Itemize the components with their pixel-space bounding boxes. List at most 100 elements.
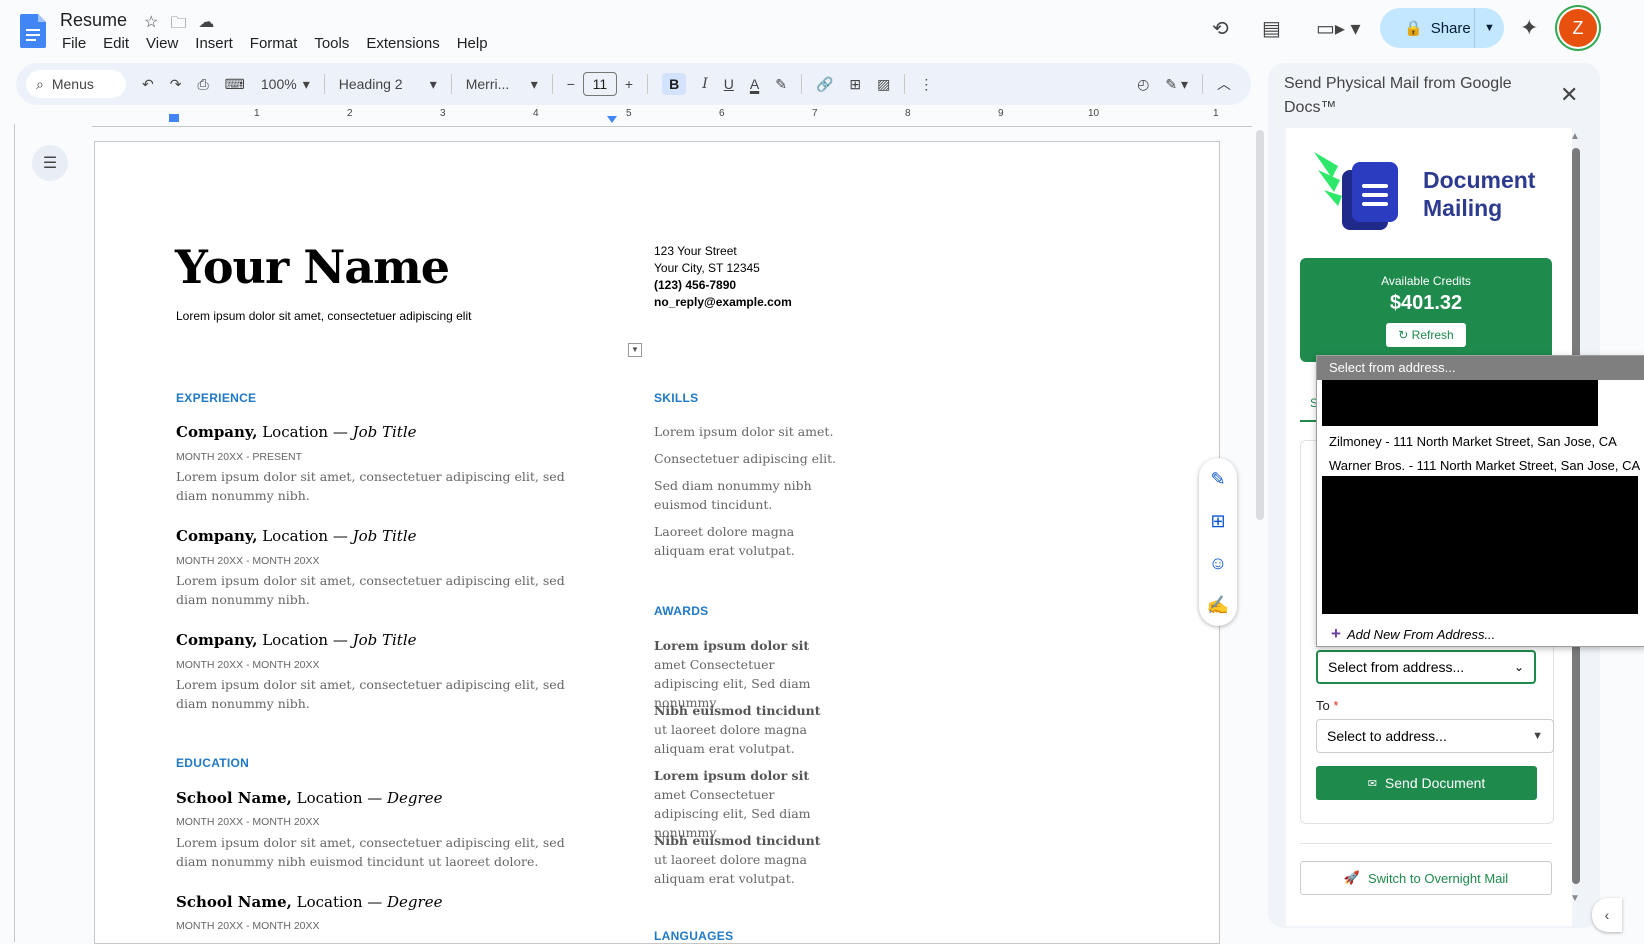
close-icon[interactable]: ✕ [1560, 82, 1578, 108]
collapse-panel-chevron-icon[interactable]: ‹ [1592, 898, 1622, 932]
add-comment-icon[interactable]: ⊞ [1210, 511, 1225, 532]
share-options-chevron-icon[interactable]: ▼ [1475, 22, 1504, 34]
paint-format-icon[interactable]: ⌨ [217, 76, 253, 93]
menu-view[interactable]: View [146, 35, 178, 52]
scroll-up-icon[interactable]: ▲ [1570, 131, 1580, 142]
underline-button[interactable]: U [716, 76, 742, 92]
help-me-write-icon[interactable]: ✎ [1210, 469, 1225, 490]
award-item[interactable]: Nibh euismod tincidunt ut laoreet dolore… [654, 701, 834, 758]
job-description[interactable]: Lorem ipsum dolor sit amet, consectetuer… [176, 571, 576, 609]
editing-mode-icon[interactable]: ✎ ▾ [1157, 76, 1196, 93]
menu-format[interactable]: Format [250, 35, 298, 52]
add-new-from-address-option[interactable]: + Add New From Address... [1331, 624, 1495, 644]
dropdown-option[interactable]: Zilmoney - 111 North Market Street, San … [1329, 434, 1617, 449]
school-dates[interactable]: MONTH 20XX - MONTH 20XX [176, 920, 320, 932]
vertical-ruler[interactable] [0, 124, 15, 942]
skill-item[interactable]: Consectetuer adipiscing elit. [654, 449, 844, 468]
school-description[interactable]: Lorem ipsum dolor sit amet, consectetuer… [176, 833, 576, 871]
document-title[interactable]: Resume [60, 10, 127, 31]
job-description[interactable]: Lorem ipsum dolor sit amet, consectetuer… [176, 675, 576, 713]
plus-icon: + [1331, 624, 1341, 643]
education-heading[interactable]: EDUCATION [176, 756, 249, 770]
italic-button[interactable]: I [694, 76, 716, 92]
add-comment-icon[interactable]: ⊞ [841, 76, 869, 93]
menu-tools[interactable]: Tools [314, 35, 349, 52]
document-scrollbar[interactable] [1256, 130, 1264, 520]
zoom-select[interactable]: 100% ▾ [253, 76, 318, 93]
resume-name[interactable]: Your Name [175, 240, 450, 294]
job-title[interactable]: Company, Location — Job Title [176, 631, 417, 649]
menu-help[interactable]: Help [457, 35, 488, 52]
text-color-button[interactable]: A [742, 76, 767, 92]
job-dates[interactable]: MONTH 20XX - MONTH 20XX [176, 555, 320, 567]
refresh-button[interactable]: ↻ Refresh [1386, 323, 1466, 347]
award-item[interactable]: Nibh euismod tincidunt ut laoreet dolore… [654, 831, 834, 888]
comments-icon[interactable]: ▤ [1262, 16, 1281, 41]
scroll-down-icon[interactable]: ▼ [1570, 893, 1580, 904]
print-icon[interactable]: ⎙ [189, 76, 216, 93]
languages-heading[interactable]: LANGUAGES [654, 929, 733, 943]
meet-video-icon[interactable]: ▭▸ ▾ [1316, 16, 1361, 41]
dropdown-option-placeholder[interactable]: Select from address... [1317, 356, 1644, 380]
collapse-menus-chevron-icon[interactable]: ︿ [1209, 74, 1239, 94]
gemini-spark-icon[interactable]: ✦ [1520, 15, 1538, 41]
contact-block[interactable]: 123 Your Street Your City, ST 12345 (123… [654, 243, 792, 311]
job-role: Job Title [352, 527, 417, 545]
suggest-edits-icon[interactable]: ✍ [1207, 595, 1229, 616]
menus-search[interactable]: ⌕ Menus [26, 70, 126, 98]
font-family-select[interactable]: Merri... ▾ [458, 76, 546, 93]
job-company: Company, [176, 527, 258, 545]
contact-city: Your City, ST 12345 [654, 261, 760, 275]
awards-heading[interactable]: AWARDS [654, 604, 708, 618]
skill-item[interactable]: Lorem ipsum dolor sit amet. [654, 422, 844, 441]
left-indent-marker[interactable] [169, 114, 179, 122]
experience-heading[interactable]: EXPERIENCE [176, 391, 256, 405]
required-marker: * [1333, 698, 1339, 713]
ruler-label: 3 [440, 108, 446, 119]
menu-insert[interactable]: Insert [195, 35, 233, 52]
job-dates[interactable]: MONTH 20XX - PRESENT [176, 451, 302, 463]
skill-item[interactable]: Sed diam nonummy nibh euismod tincidunt. [654, 476, 824, 514]
ruler-label: 8 [905, 108, 911, 119]
job-description[interactable]: Lorem ipsum dolor sit amet, consectetuer… [176, 467, 576, 505]
to-address-select[interactable]: Select to address... ▼ [1316, 719, 1554, 753]
school-title[interactable]: School Name, Location — Degree [176, 789, 442, 807]
to-label: To * [1316, 698, 1338, 713]
job-title[interactable]: Company, Location — Job Title [176, 423, 417, 441]
font-size-input[interactable]: 11 [582, 72, 617, 96]
increase-font-size-icon[interactable]: + [617, 76, 641, 92]
emoji-reaction-icon[interactable]: ☺ [1209, 553, 1227, 574]
menu-file[interactable]: File [62, 35, 86, 52]
switch-overnight-button[interactable]: 🚀 Switch to Overnight Mail [1300, 861, 1552, 895]
share-button[interactable]: 🔒 Share ▼ [1380, 8, 1504, 48]
menu-extensions[interactable]: Extensions [366, 35, 439, 52]
dropdown-option[interactable]: Warner Bros. - 111 North Market Street, … [1329, 458, 1640, 473]
highlight-color-icon[interactable]: ✎ [767, 76, 795, 93]
skills-heading[interactable]: SKILLS [654, 391, 698, 405]
from-address-select[interactable]: Select from address... ⌄ [1316, 650, 1536, 684]
voice-typing-icon[interactable]: ◴ [1129, 76, 1157, 93]
resume-tagline[interactable]: Lorem ipsum dolor sit amet, consectetuer… [176, 309, 471, 323]
job-title[interactable]: Company, Location — Job Title [176, 527, 417, 545]
bold-button[interactable]: B [662, 73, 687, 95]
table-dropdown-chevron-icon[interactable]: ▼ [628, 343, 642, 357]
decrease-font-size-icon[interactable]: − [559, 76, 583, 92]
paragraph-style-select[interactable]: Heading 2 ▾ [331, 76, 445, 93]
school-title[interactable]: School Name, Location — Degree [176, 893, 442, 911]
undo-icon[interactable]: ↶ [134, 76, 162, 93]
send-document-button[interactable]: ✉ Send Document [1316, 766, 1537, 800]
insert-image-icon[interactable]: ▨ [869, 76, 898, 93]
google-docs-logo-icon[interactable] [20, 14, 46, 48]
skill-item[interactable]: Laoreet dolore magna aliquam erat volutp… [654, 522, 844, 560]
horizontal-ruler[interactable]: 1 2 3 4 5 6 7 8 9 10 1 [92, 108, 1252, 127]
more-options-icon[interactable]: ⋮ [911, 76, 941, 93]
redo-icon[interactable]: ↷ [162, 76, 190, 93]
right-indent-marker[interactable] [607, 116, 617, 123]
document-outline-icon[interactable]: ☰ [32, 145, 68, 181]
insert-link-icon[interactable]: 🔗 [808, 76, 841, 93]
avatar[interactable]: Z [1559, 9, 1597, 47]
job-dates[interactable]: MONTH 20XX - MONTH 20XX [176, 659, 320, 671]
school-dates[interactable]: MONTH 20XX - MONTH 20XX [176, 816, 320, 828]
version-history-icon[interactable]: ⟲ [1212, 16, 1229, 41]
menu-edit[interactable]: Edit [103, 35, 129, 52]
